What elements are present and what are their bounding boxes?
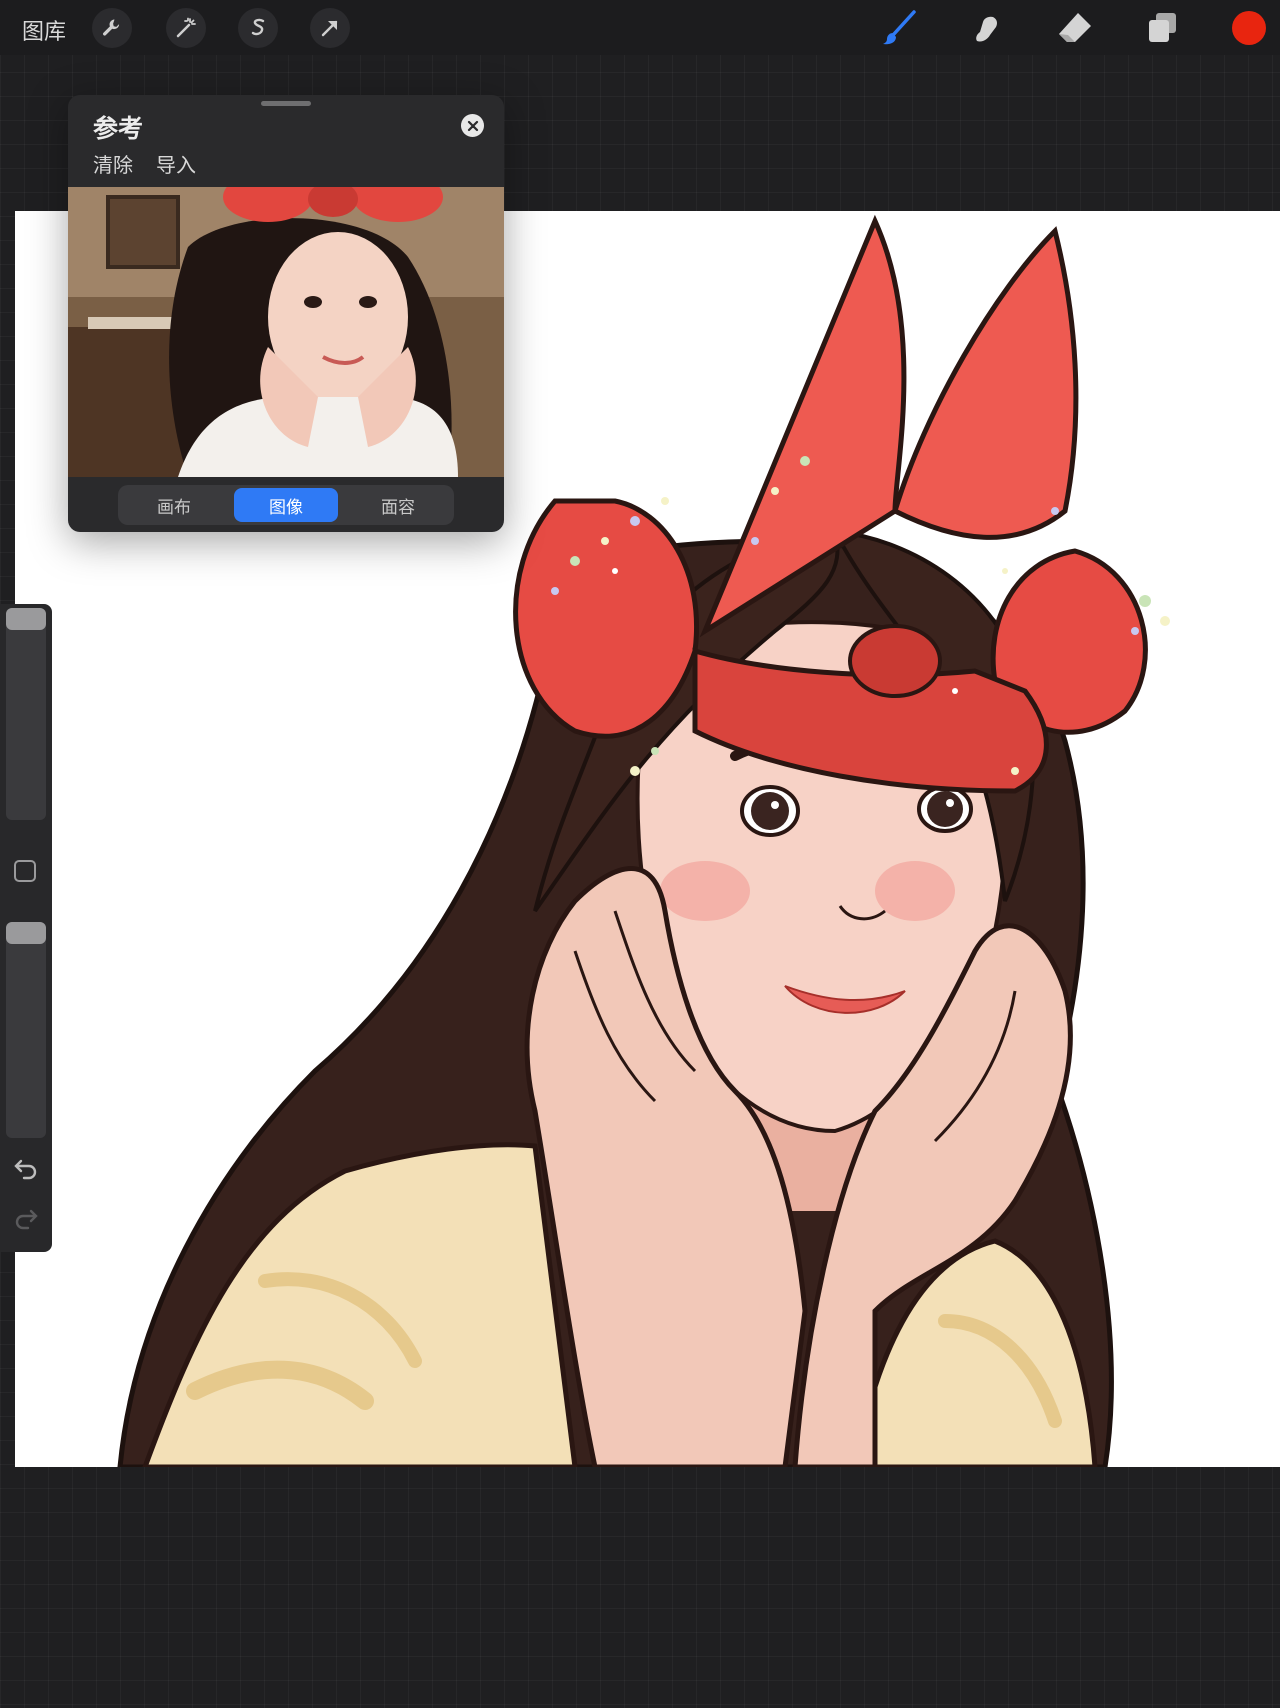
redo-icon[interactable] <box>12 1202 40 1230</box>
import-button[interactable]: 导入 <box>156 149 196 178</box>
square-icon[interactable] <box>14 860 36 882</box>
gallery-button[interactable]: 图库 <box>22 14 66 46</box>
eraser-icon[interactable] <box>1055 8 1095 48</box>
opacity-thumb[interactable] <box>6 922 46 944</box>
segment-image[interactable]: 图像 <box>234 488 338 522</box>
arrow-cursor-icon[interactable] <box>310 8 350 48</box>
opacity-slider[interactable] <box>6 922 46 1138</box>
brush-size-thumb[interactable] <box>6 608 46 630</box>
reference-mode-segmented-control: 画布 图像 面容 <box>118 485 454 525</box>
layers-icon[interactable] <box>1142 8 1182 48</box>
drag-handle[interactable] <box>261 101 311 106</box>
undo-icon[interactable] <box>12 1152 40 1180</box>
brush-size-slider[interactable] <box>6 608 46 820</box>
segment-face[interactable]: 面容 <box>346 488 450 522</box>
close-icon[interactable] <box>461 114 484 137</box>
left-sidebar <box>0 604 52 1252</box>
clear-button[interactable]: 清除 <box>93 149 133 178</box>
reference-photo <box>68 187 504 477</box>
panel-title: 参考 <box>93 114 144 143</box>
segment-canvas[interactable]: 画布 <box>122 488 226 522</box>
color-swatch[interactable] <box>1229 8 1269 48</box>
smudge-icon[interactable] <box>967 8 1007 48</box>
reference-panel: 参考 清除 导入 画布 图像 面容 <box>68 95 504 532</box>
brush-icon[interactable] <box>880 8 920 48</box>
selection-s-icon[interactable] <box>238 8 278 48</box>
top-toolbar: 图库 <box>0 0 1280 55</box>
wrench-icon[interactable] <box>92 8 132 48</box>
magic-wand-icon[interactable] <box>166 8 206 48</box>
